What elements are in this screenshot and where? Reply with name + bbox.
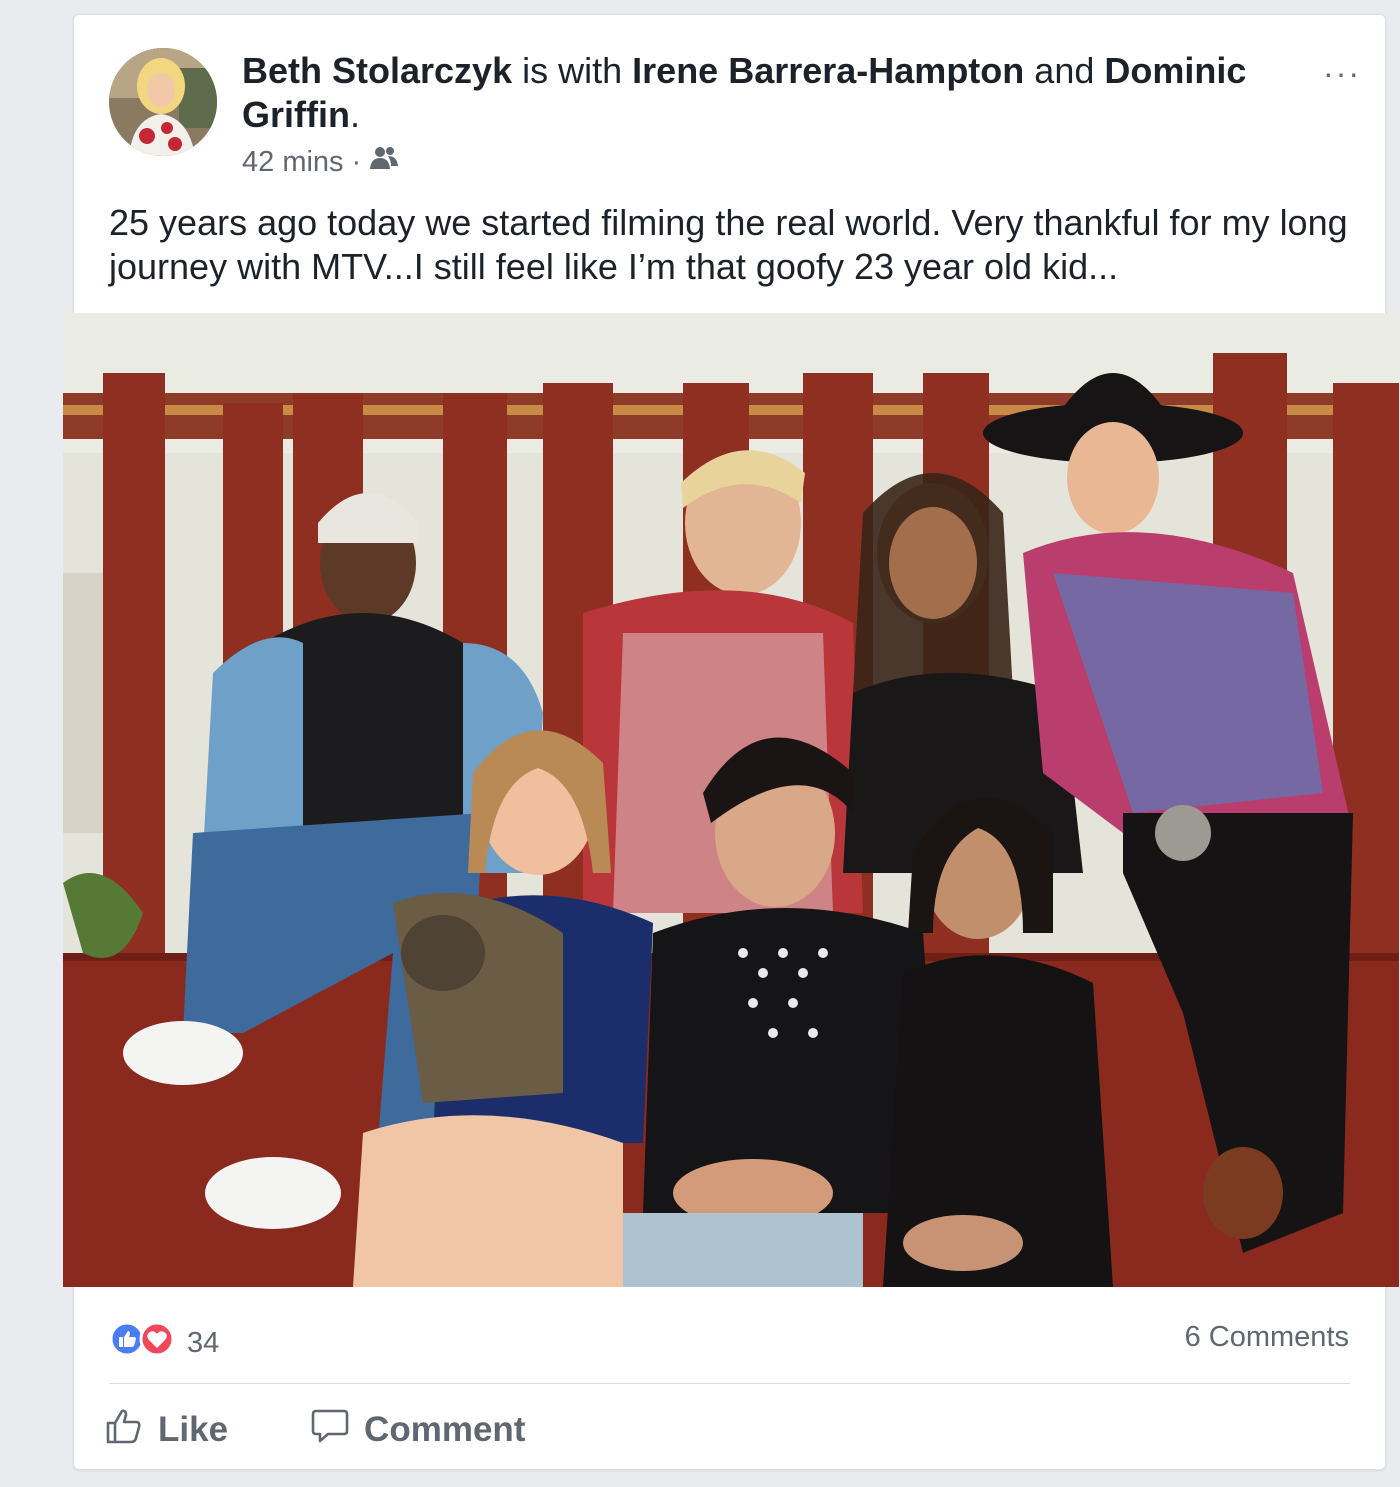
tagged-person-1[interactable]: Irene Barrera-Hampton <box>632 50 1024 91</box>
post-text: 25 years ago today we started filming th… <box>109 202 1348 287</box>
like-button[interactable]: Like <box>104 1405 228 1454</box>
post-photo[interactable] <box>63 313 1399 1287</box>
comment-button[interactable]: Comment <box>310 1405 525 1454</box>
thumbs-up-icon <box>104 1405 144 1454</box>
reactions-summary[interactable]: 34 <box>109 1321 219 1365</box>
meta-separator: · <box>351 145 362 178</box>
group-photo-image <box>63 313 1399 1287</box>
comments-count-link[interactable]: 6 Comments <box>1185 1321 1349 1354</box>
like-label: Like <box>158 1409 229 1449</box>
post-meta: 42 mins · <box>242 145 399 179</box>
action-divider <box>109 1383 1350 1384</box>
author-avatar[interactable] <box>109 48 217 156</box>
action-bar: Like Comment <box>104 1405 525 1454</box>
friends-icon[interactable] <box>369 145 399 179</box>
love-reaction-icon <box>139 1321 175 1365</box>
speech-bubble-icon <box>310 1405 350 1454</box>
reaction-icons <box>109 1321 175 1365</box>
post-card: Beth Stolarczyk is with Irene Barrera-Ha… <box>63 14 1399 1470</box>
more-options-icon[interactable]: ··· <box>1323 55 1361 92</box>
and-text: and <box>1034 50 1095 91</box>
comment-label: Comment <box>364 1409 526 1449</box>
with-text: is with <box>522 50 623 91</box>
end-punct: . <box>349 94 360 135</box>
author-name[interactable]: Beth Stolarczyk <box>242 50 512 91</box>
reaction-count: 34 <box>187 1326 220 1359</box>
post-time[interactable]: 42 mins <box>242 146 344 179</box>
avatar-image <box>109 48 217 156</box>
post-header: Beth Stolarczyk is with Irene Barrera-Ha… <box>242 49 1302 137</box>
